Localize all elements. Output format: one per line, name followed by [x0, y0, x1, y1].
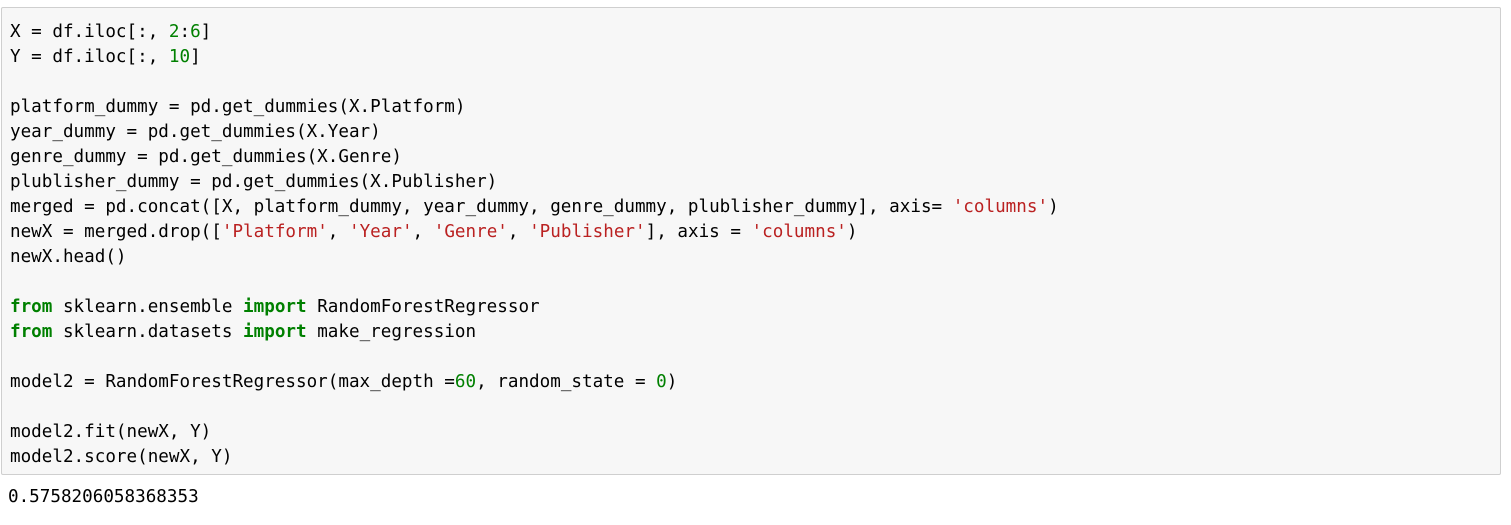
code-token: :	[179, 22, 191, 42]
number-token: 2	[168, 22, 180, 42]
code-token: )	[1048, 197, 1059, 217]
code-token: sklearn.datasets	[52, 322, 244, 342]
code-token: , random_state =	[476, 372, 657, 392]
code-token: platform_dummy = pd.get_dummies(X.Platfo…	[10, 97, 466, 117]
code-token: ,	[412, 222, 434, 242]
code-token: model2.fit(newX, Y)	[10, 422, 212, 442]
code-line: newX = merged.drop(['Platform', 'Year', …	[10, 220, 1059, 245]
code-token: model2 = RandomForestRegressor(max_depth…	[10, 372, 455, 392]
code-token: newX.head()	[10, 247, 127, 267]
cell-output-text: 0.5758206058368353	[8, 487, 199, 507]
code-token: newX = merged.drop([	[10, 222, 222, 242]
number-token: 6	[190, 22, 201, 42]
keyword-token: from	[10, 322, 53, 342]
number-token: 60	[454, 372, 477, 392]
code-line: year_dummy = pd.get_dummies(X.Year)	[10, 120, 1059, 145]
string-token: 'Genre'	[433, 222, 508, 242]
keyword-token: from	[10, 297, 53, 317]
code-token: make_regression	[306, 322, 477, 342]
code-token: ]	[200, 22, 212, 42]
number-token: 0	[656, 372, 667, 392]
code-token: plublisher_dummy = pd.get_dummies(X.Publ…	[10, 172, 498, 192]
string-token: 'Platform'	[221, 222, 328, 242]
number-token: 10	[168, 47, 191, 67]
code-token: ,	[507, 222, 530, 242]
code-line: genre_dummy = pd.get_dummies(X.Genre)	[10, 145, 1059, 170]
code-token: Y = df.iloc[:,	[10, 47, 169, 67]
code-line: model2.fit(newX, Y)	[10, 420, 1059, 445]
code-line: from sklearn.datasets import make_regres…	[10, 320, 1059, 345]
code-token: genre_dummy = pd.get_dummies(X.Genre)	[10, 147, 402, 167]
code-line: plublisher_dummy = pd.get_dummies(X.Publ…	[10, 170, 1059, 195]
code-line: X = df.iloc[:, 2:6]	[10, 20, 1059, 45]
code-line: platform_dummy = pd.get_dummies(X.Platfo…	[10, 95, 1059, 120]
string-token: 'columns'	[751, 222, 847, 242]
code-token: ,	[327, 222, 349, 242]
code-token: ]	[190, 47, 201, 67]
code-line: from sklearn.ensemble import RandomFores…	[10, 295, 1059, 320]
code-token: model2.score(newX, Y)	[10, 447, 233, 467]
keyword-token: import	[243, 322, 307, 342]
code-editor[interactable]: X = df.iloc[:, 2:6] Y = df.iloc[:, 10] pl…	[10, 20, 1059, 470]
code-cell-input[interactable]: X = df.iloc[:, 2:6] Y = df.iloc[:, 10] pl…	[1, 7, 1501, 475]
code-token: sklearn.ensemble	[52, 297, 244, 317]
code-line: model2.score(newX, Y)	[10, 445, 1059, 470]
string-token: 'Publisher'	[529, 222, 646, 242]
code-line: Y = df.iloc[:, 10]	[10, 45, 1059, 70]
code-token: year_dummy = pd.get_dummies(X.Year)	[10, 122, 381, 142]
code-token: merged = pd.concat([X, platform_dummy, y…	[10, 197, 953, 217]
code-token: )	[846, 222, 858, 242]
code-line: newX.head()	[10, 245, 1059, 270]
code-token: X = df.iloc[:,	[10, 22, 169, 42]
code-token: ], axis =	[645, 222, 752, 242]
keyword-token: import	[243, 297, 307, 317]
code-token: )	[666, 372, 678, 392]
code-line: merged = pd.concat([X, platform_dummy, y…	[10, 195, 1059, 220]
code-token: RandomForestRegressor	[306, 297, 540, 317]
string-token: 'Year'	[348, 222, 413, 242]
code-line: model2 = RandomForestRegressor(max_depth…	[10, 370, 1059, 395]
string-token: 'columns'	[952, 197, 1049, 217]
